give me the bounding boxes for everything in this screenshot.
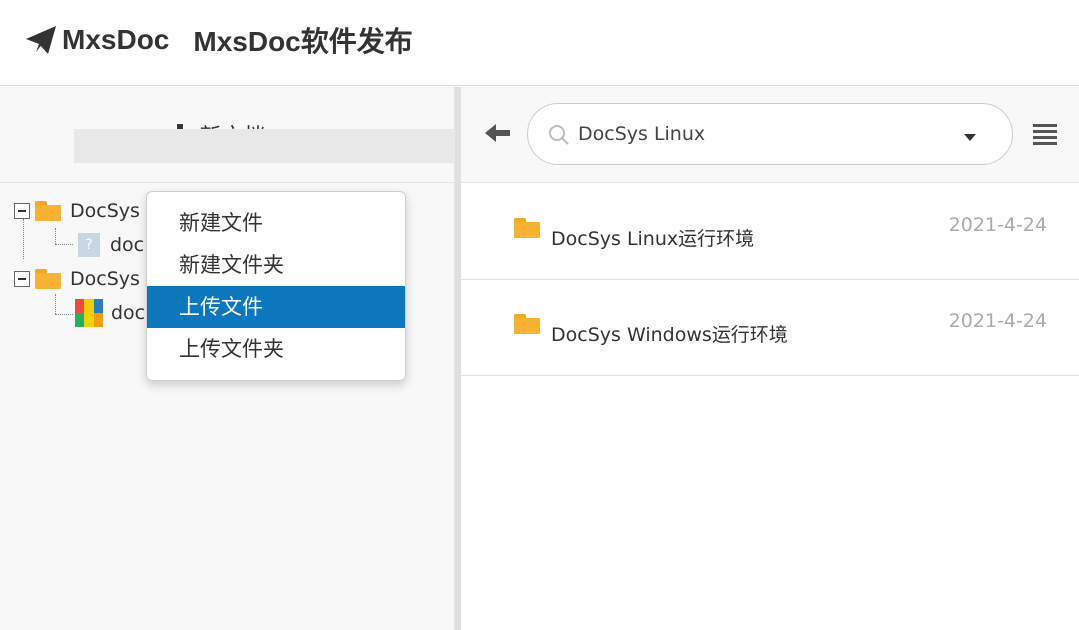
- folder-icon: [513, 218, 541, 238]
- tree-item-file[interactable]: ? doc: [78, 229, 144, 261]
- brand-name: MxsDoc: [62, 24, 170, 55]
- repo-title: MxsDoc软件发布: [193, 26, 413, 57]
- collapse-toggle-icon[interactable]: [14, 203, 30, 219]
- tree-item-folder[interactable]: DocSys: [14, 195, 140, 227]
- tree-connector: [55, 228, 56, 244]
- file-date: 2021-4-24: [948, 214, 1047, 236]
- file-name: DocSys Windows运行环境: [551, 324, 788, 346]
- folder-icon: [34, 269, 62, 289]
- tree-connector: [55, 314, 73, 315]
- search-input[interactable]: [578, 118, 948, 150]
- file-name: DocSys Linux运行环境: [551, 228, 755, 250]
- tree-connector: [55, 294, 56, 314]
- tree-item-label: doc: [111, 302, 146, 324]
- menu-item-upload-file[interactable]: 上传文件: [147, 286, 405, 328]
- file-list-row[interactable]: DocSys Linux运行环境 2021-4-24: [461, 184, 1079, 280]
- top-header: MxsDoc MxsDoc软件发布: [0, 0, 1079, 86]
- back-arrow-icon[interactable]: [485, 123, 511, 143]
- tree-item-file[interactable]: doc: [75, 297, 145, 329]
- tree-selection-highlight: [74, 129, 455, 163]
- list-view-icon[interactable]: [1033, 124, 1057, 146]
- caret-down-icon[interactable]: [964, 134, 976, 141]
- right-panel: DocSys Linux运行环境 2021-4-24 DocSys Window…: [461, 87, 1079, 630]
- tree-item-label: DocSys: [70, 268, 140, 290]
- folder-icon: [34, 201, 62, 221]
- file-list-row[interactable]: DocSys Windows运行环境 2021-4-24: [461, 280, 1079, 376]
- right-toolbar: [461, 87, 1079, 183]
- brand[interactable]: MxsDoc MxsDoc软件发布: [24, 20, 413, 60]
- tree-item-label: doc: [110, 234, 145, 256]
- unknown-file-icon: ?: [78, 233, 100, 257]
- paper-plane-icon: [26, 26, 56, 54]
- search-icon: [549, 125, 569, 145]
- folder-icon: [513, 314, 541, 334]
- new-doc-dropdown-menu: 新建文件 新建文件夹 上传文件 上传文件夹: [146, 191, 406, 381]
- collapse-toggle-icon[interactable]: [14, 271, 30, 287]
- tree-item-folder[interactable]: DocSys: [14, 263, 140, 295]
- tree-connector: [55, 244, 73, 245]
- file-date: 2021-4-24: [948, 310, 1047, 332]
- menu-item-new-file[interactable]: 新建文件: [147, 202, 405, 244]
- menu-item-upload-folder[interactable]: 上传文件夹: [147, 328, 405, 370]
- tree-item-label: DocSys: [70, 200, 140, 222]
- search-box[interactable]: [527, 103, 1013, 165]
- menu-item-new-folder[interactable]: 新建文件夹: [147, 244, 405, 286]
- archive-file-icon: [75, 299, 103, 327]
